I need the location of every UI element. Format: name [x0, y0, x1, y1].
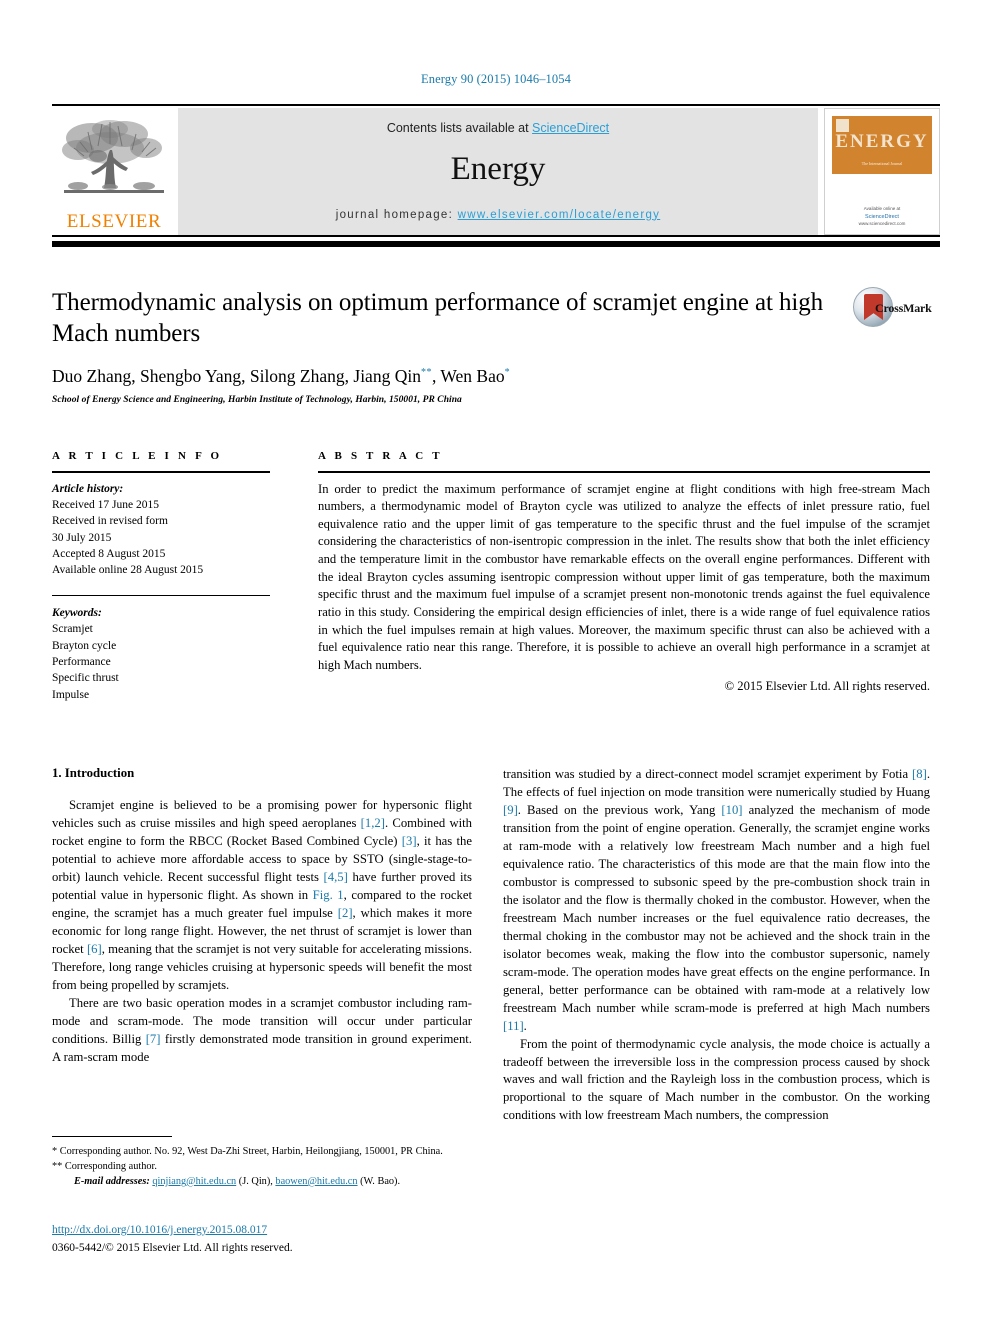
running-head: Energy 90 (2015) 1046–1054: [421, 72, 571, 86]
masthead-bottom-rule: [52, 235, 940, 237]
article-info-column: A R T I C L E I N F O Article history: R…: [52, 450, 270, 703]
article-info-heading: A R T I C L E I N F O: [52, 450, 223, 462]
crossmark-label: CrossMark: [875, 301, 932, 315]
abstract-column: A B S T R A C T In order to predict the …: [318, 450, 930, 694]
history-item: 30 July 2015: [52, 531, 112, 544]
abstract-copyright: © 2015 Elsevier Ltd. All rights reserved…: [724, 679, 930, 694]
email-owner-bao: (W. Bao).: [360, 1175, 401, 1187]
email-link-bao[interactable]: baowen@hit.edu.cn: [275, 1176, 357, 1187]
page-title: Thermodynamic analysis on optimum perfor…: [52, 289, 824, 347]
abstract-text: In order to predict the maximum performa…: [318, 481, 930, 672]
title-block: Thermodynamic analysis on optimum perfor…: [52, 287, 842, 405]
body-right-column: transition was studied by a direct-conne…: [503, 766, 930, 1125]
masthead-panel: Contents lists available at ScienceDirec…: [178, 108, 818, 235]
section-heading-introduction: 1. Introduction: [52, 766, 135, 780]
email-link-qin[interactable]: qinjiang@hit.edu.cn: [152, 1176, 236, 1187]
email-owner-qin: (J. Qin),: [238, 1175, 273, 1187]
history-item: Received in revised form: [52, 515, 168, 528]
journal-cover-thumbnail: ENERGY The International Journal Availab…: [824, 108, 940, 235]
keywords-rule: [52, 594, 270, 596]
doi-link[interactable]: http://dx.doi.org/10.1016/j.energy.2015.…: [52, 1222, 482, 1239]
history-item: Available online 28 August 2015: [52, 564, 204, 577]
homepage-prefix: journal homepage:: [335, 208, 458, 221]
footnote-corresponding-1: * Corresponding author. No. 92, West Da-…: [52, 1146, 443, 1157]
cover-footer-brand: ScienceDirect: [865, 214, 899, 220]
journal-title: Energy: [450, 151, 546, 187]
cover-footer: Available online at ScienceDirect www.sc…: [832, 206, 932, 228]
elsevier-wordmark: ELSEVIER: [66, 211, 162, 232]
footnote-area: * Corresponding author. No. 92, West Da-…: [52, 1136, 472, 1190]
contents-available-line: Contents lists available at ScienceDirec…: [178, 108, 818, 135]
email-label: E-mail addresses:: [74, 1175, 150, 1187]
footnote-corresponding-2: ** Corresponding author.: [52, 1160, 157, 1172]
masthead-top-rule: [52, 104, 940, 106]
history-item: Received 17 June 2015: [52, 498, 159, 511]
abstract-rule: [318, 471, 930, 473]
journal-masthead: ELSEVIER Contents lists available at Sci…: [52, 104, 940, 237]
journal-homepage-line: journal homepage: www.elsevier.com/locat…: [178, 209, 818, 221]
journal-homepage-link[interactable]: www.elsevier.com/locate/energy: [458, 209, 661, 221]
cover-subtitle: The International Journal: [861, 161, 903, 166]
paper-page: Energy 90 (2015) 1046–1054 ELSEVIER Cont…: [0, 0, 992, 1323]
abstract-heading: A B S T R A C T: [318, 450, 443, 462]
body-paragraph: transition was studied by a direct-conne…: [503, 767, 931, 1033]
keyword-item: Specific thrust: [52, 672, 119, 685]
elsevier-logo: ELSEVIER: [52, 108, 176, 235]
body-left-column: 1. Introduction Scramjet engine is belie…: [52, 766, 472, 1067]
crossmark-badge[interactable]: CrossMark: [853, 287, 932, 329]
cover-footer-url: www.sciencedirect.com: [858, 221, 906, 227]
keyword-item: Impulse: [52, 688, 90, 701]
keyword-item: Performance: [52, 655, 111, 668]
cover-title: ENERGY: [835, 131, 929, 152]
keyword-item: Scramjet: [52, 623, 93, 636]
cover-footer-prefix: Available online at: [863, 206, 901, 212]
author-list: Duo Zhang, Shengbo Yang, Silong Zhang, J…: [52, 366, 511, 386]
doi-block: http://dx.doi.org/10.1016/j.energy.2015.…: [52, 1222, 482, 1256]
header-black-bar: [52, 241, 940, 247]
history-item: Accepted 8 August 2015: [52, 547, 166, 560]
article-history-label: Article history:: [52, 482, 124, 495]
contents-prefix: Contents lists available at: [386, 121, 533, 135]
elsevier-tree-icon: [62, 120, 164, 193]
keyword-item: Brayton cycle: [52, 639, 117, 652]
affiliation: School of Energy Science and Engineering…: [52, 395, 462, 405]
body-paragraph: Scramjet engine is believed to be a prom…: [52, 798, 473, 992]
footnote-rule: [52, 1136, 172, 1137]
body-paragraph: From the point of thermodynamic cycle an…: [503, 1036, 930, 1123]
issn-copyright-line: 0360-5442/© 2015 Elsevier Ltd. All right…: [52, 1241, 293, 1254]
article-info-rule: [52, 471, 270, 473]
sciencedirect-link[interactable]: ScienceDirect: [532, 121, 609, 135]
footnote-emails: E-mail addresses: qinjiang@hit.edu.cn (J…: [52, 1175, 472, 1190]
body-paragraph: There are two basic operation modes in a…: [52, 995, 472, 1064]
keywords-label: Keywords:: [52, 606, 102, 619]
